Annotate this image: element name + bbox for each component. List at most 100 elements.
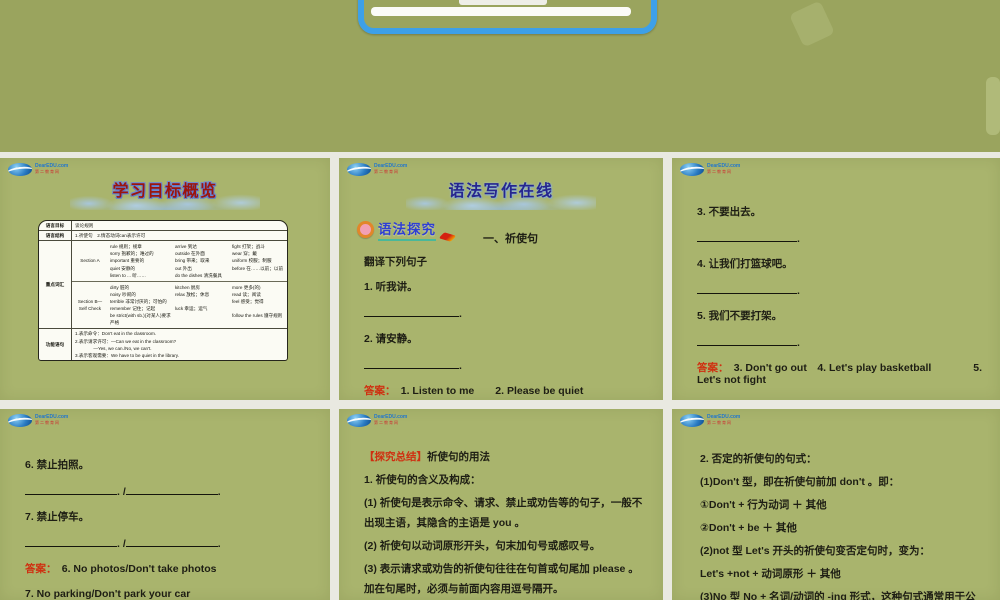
- text-segment: 【探究总结】: [364, 451, 427, 463]
- text-segment: 表示请求或劝告的祈使句往往在句首或句尾加: [376, 563, 593, 575]
- text-segment: -ing: [827, 591, 847, 600]
- cloud-decoration: 学习目标概览: [70, 174, 260, 210]
- text-line: . /.: [25, 484, 315, 498]
- fragment-white-bar: [371, 7, 631, 16]
- text-segment: (3)No: [700, 591, 727, 600]
- row-header: 语言结构: [39, 231, 72, 241]
- table-row: 功能语句 1.表示命令：Don't eat in the classroom. …: [39, 328, 287, 360]
- text-segment: don't: [839, 476, 865, 488]
- text-line: 【探究总结】祈使句的用法: [364, 447, 648, 467]
- slide-4: DearEDU.com 第二教育网 6. 禁止拍照。 . /. 7. 禁止停车。 . …: [0, 409, 330, 600]
- text-segment: 答案：: [364, 385, 391, 397]
- vocab-column: more 更多(的) read 读；阅读 feel 感受；觉得 follow t…: [231, 284, 283, 319]
- text-line: (2)not 型 Let's 开头的祈使句变否定句时，变为：: [700, 541, 988, 561]
- slide-body: 【探究总结】祈使句的用法 1. 祈使句的含义及构成： (1) 祈使句是表示命令、请求…: [339, 409, 663, 599]
- text-segment: 型: [726, 591, 744, 600]
- text-segment: ②: [700, 522, 709, 534]
- slide-title: 语法写作在线: [448, 183, 554, 200]
- cloud-decoration: 语法写作在线: [406, 174, 596, 210]
- slide-5: DearEDU.com 第二教育网 【探究总结】祈使句的用法 1. 祈使句的含义及…: [339, 409, 663, 600]
- objectives-table: 语言目标 谈论规则 语言结构 1.祈使句 2.情态动词can表示许可 重点词汇 …: [38, 220, 288, 361]
- row-header: 语言目标: [39, 221, 72, 231]
- blank-underline: [697, 283, 797, 294]
- slide-body: 2. 否定的祈使句的句式： (1)Don't 型，即在祈使句前加 don't 。即…: [672, 409, 1000, 600]
- text-line: 4. 让我们打篮球吧。: [697, 258, 985, 270]
- logo-globe-icon: [8, 414, 32, 427]
- badge-label: 语法探究: [378, 218, 436, 241]
- dearedu-logo: DearEDU.com 第二教育网: [8, 163, 68, 176]
- text-segment: 让我们打篮球吧。: [705, 258, 793, 270]
- text-line: .: [364, 306, 648, 320]
- text-segment: + 行为动词 ＋ 其他: [735, 499, 827, 511]
- section-a-vocab: Section A rule 规则；规章 sorry 抱歉的；难过的 impor…: [72, 241, 287, 281]
- section-heading: 一、祈使句: [483, 233, 538, 245]
- blank-underline: [25, 536, 117, 547]
- row-header: 重点词汇: [39, 241, 72, 329]
- text-segment: 我们不要打架。: [705, 310, 783, 322]
- text-segment: Let's +not: [700, 568, 750, 580]
- slide-6: DearEDU.com 第二教育网 2. 否定的祈使句的句式： (1)Don't …: [672, 409, 1000, 600]
- text-line: 3. 不要出去。: [697, 206, 985, 218]
- row-value: 谈论规则: [75, 223, 94, 228]
- text-segment: Let's: [745, 545, 770, 557]
- text-segment: 形式，这种句式通常用于公: [846, 591, 976, 600]
- text-segment: 答案：: [697, 362, 724, 374]
- text-segment: 否定的祈使句的句式：: [708, 453, 817, 465]
- badge-circle-icon: [357, 221, 374, 238]
- text-segment: Don't + be: [708, 522, 760, 534]
- slide-body: 3. 不要出去。. 4. 让我们打篮球吧。. 5. 我们不要打架。. 答案： 3. D…: [672, 158, 1000, 386]
- text-segment: 4.: [697, 258, 706, 270]
- fragment-white-tab: [459, 0, 547, 5]
- text-line: .: [697, 231, 985, 245]
- text-segment: 。: [511, 517, 526, 529]
- text-line: 5. 我们不要打架。: [697, 310, 985, 322]
- slide-title: 学习目标概览: [112, 183, 218, 200]
- grammar-explore-badge: 语法探究: [357, 218, 457, 242]
- row-value: 1.祈使句 2.情态动词can表示许可: [75, 233, 146, 239]
- logo-subtext: 第二教育网: [374, 168, 399, 174]
- text-segment: 。即：: [864, 476, 900, 488]
- text-segment: ①: [700, 499, 709, 511]
- slide-2: DearEDU.com 第二教育网 语法写作在线 语法探究 一、祈使句 翻译下列…: [339, 158, 663, 400]
- text-line: .: [697, 335, 985, 349]
- text-line: 2. 请安静。: [364, 333, 648, 345]
- text-segment: . /: [117, 538, 126, 550]
- text-segment: (1): [364, 497, 377, 509]
- text-line: 1. 听我讲。: [364, 281, 648, 293]
- text-line: 2. 否定的祈使句的句式：: [700, 449, 988, 469]
- dearedu-logo: DearEDU.com 第二教育网: [347, 163, 407, 176]
- text-line: ①Don't + 行为动词 ＋ 其他: [700, 495, 988, 515]
- row-header: 功能语句: [39, 329, 72, 360]
- logo-subtext: 第二教育网: [35, 419, 60, 425]
- text-segment: 型，即在祈使句前加: [739, 476, 840, 488]
- text-segment: 6.: [25, 459, 34, 471]
- row-value: 1.表示命令：Don't eat in the classroom. 2.表示请…: [75, 331, 179, 358]
- text-segment: 祈使句的含义及构成：: [372, 474, 481, 486]
- dearedu-logo: DearEDU.com 第二教育网: [680, 163, 740, 176]
- text-segment: (2): [364, 540, 377, 552]
- text-segment: 听我讲。: [372, 281, 418, 293]
- dearedu-logo: DearEDU.com 第二教育网: [680, 414, 740, 427]
- text-segment: 请安静。: [372, 333, 418, 345]
- text-line: 7. 禁止停车。: [25, 511, 315, 523]
- slide-1: DearEDU.com 第二教育网 学习目标概览 语言目标 谈论规则 语言结构 …: [0, 158, 330, 400]
- logo-subtext: 第二教育网: [35, 168, 60, 174]
- vocab-column: dirty 脏的 noisy 吵闹的 terrible 非常讨厌的；可怕的 re…: [110, 284, 171, 326]
- text-segment: .: [797, 233, 800, 245]
- text-segment: No: [743, 591, 758, 600]
- slide-body: 6. 禁止拍照。 . /. 7. 禁止停车。 . /. 答案： 6. No photos…: [0, 409, 330, 600]
- text-segment: 禁止拍照。: [33, 459, 90, 471]
- text-line: 答案： 6. No photos/Don't take photos: [25, 563, 315, 575]
- text-segment: 3. Don't go out 4. Let's play basketball…: [697, 362, 983, 386]
- text-segment: 1.: [364, 281, 373, 293]
- text-segment: + 动词原形 ＋ 其他: [749, 568, 841, 580]
- text-segment: 祈使句以动词原形开头，句末加句号或感叹号。: [376, 540, 601, 552]
- text-segment: 祈使句的用法: [427, 451, 490, 463]
- text-segment: please: [592, 563, 626, 575]
- text-segment: 6. No photos/Don't take photos: [51, 563, 217, 575]
- vocab-column: fight 打架；战斗 wear 穿；戴 uniform 校服；制服 befor…: [231, 244, 284, 271]
- blank-underline: [697, 335, 797, 346]
- text-line: (1)Don't 型，即在祈使句前加 don't 。即：: [700, 472, 988, 492]
- text-segment: (3): [364, 563, 377, 575]
- section-label: Section A: [80, 258, 100, 264]
